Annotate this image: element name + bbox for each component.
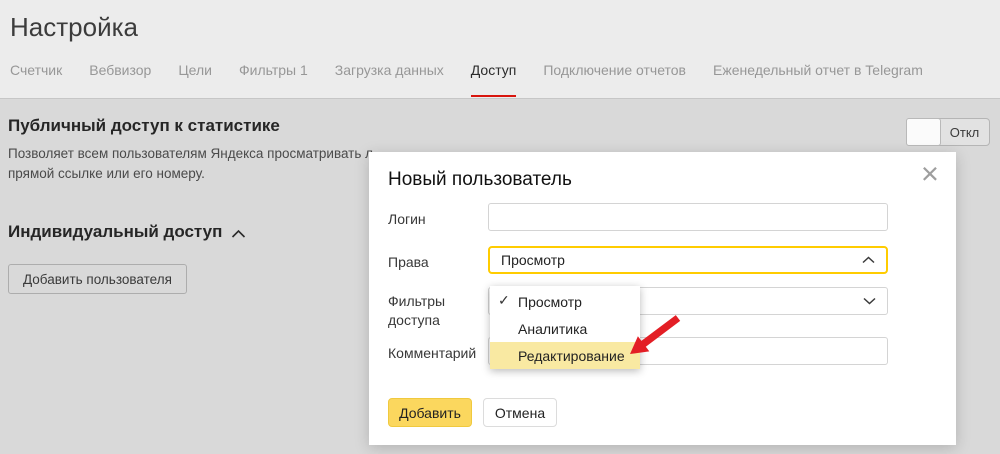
- chevron-up-icon: [862, 256, 875, 264]
- tab-data-upload[interactable]: Загрузка данных: [335, 62, 444, 97]
- rights-select[interactable]: Просмотр: [488, 246, 888, 274]
- login-field-box: [488, 203, 888, 231]
- menu-option-label: Аналитика: [518, 321, 587, 337]
- rights-label: Права: [388, 253, 480, 272]
- tab-filters[interactable]: Фильтры 1: [239, 62, 308, 97]
- chevron-down-icon: [863, 297, 876, 305]
- individual-access-heading-text: Индивидуальный доступ: [8, 222, 222, 242]
- tab-telegram-report[interactable]: Еженедельный отчет в Telegram: [713, 62, 923, 97]
- tab-counter[interactable]: Счетчик: [10, 62, 62, 97]
- toggle-knob[interactable]: [906, 118, 941, 146]
- modal-button-row: Добавить Отмена: [388, 398, 557, 427]
- red-arrow-icon: [620, 312, 682, 365]
- toggle-state-label: Откл: [940, 119, 989, 145]
- menu-option-view[interactable]: ✓ Просмотр: [490, 288, 640, 315]
- check-icon: ✓: [498, 292, 510, 309]
- rights-dropdown-menu: ✓ Просмотр Аналитика Редактирование: [490, 286, 640, 369]
- close-icon[interactable]: ×: [921, 154, 939, 194]
- tab-report-connection[interactable]: Подключение отчетов: [543, 62, 686, 97]
- add-button[interactable]: Добавить: [388, 398, 472, 427]
- tab-access[interactable]: Доступ: [471, 62, 517, 97]
- description-line-2: прямой ссылке или его номеру.: [8, 164, 373, 184]
- modal-title: Новый пользователь: [388, 169, 572, 191]
- new-user-modal: Новый пользователь × Логин Права Просмот…: [369, 152, 956, 445]
- public-access-description: Позволяет всем пользователям Яндекса про…: [8, 144, 373, 184]
- chevron-up-icon[interactable]: [231, 229, 246, 239]
- description-line-1: Позволяет всем пользователям Яндекса про…: [8, 144, 373, 164]
- cancel-button[interactable]: Отмена: [483, 398, 557, 427]
- login-label: Логин: [388, 210, 480, 229]
- tab-webvisor[interactable]: Вебвизор: [89, 62, 151, 97]
- comment-label: Комментарий: [388, 344, 480, 363]
- rights-selected-value: Просмотр: [501, 252, 862, 268]
- tab-goals[interactable]: Цели: [178, 62, 212, 97]
- public-access-heading: Публичный доступ к статистике: [8, 116, 280, 136]
- menu-option-analytics[interactable]: Аналитика: [490, 315, 640, 342]
- page-title: Настройка: [10, 12, 138, 43]
- menu-option-label: Просмотр: [518, 294, 582, 310]
- page-header: Настройка Счетчик Вебвизор Цели Фильтры …: [0, 0, 1000, 99]
- add-user-button[interactable]: Добавить пользователя: [8, 264, 187, 294]
- menu-option-edit[interactable]: Редактирование: [490, 342, 640, 369]
- individual-access-heading: Индивидуальный доступ: [8, 222, 246, 242]
- menu-option-label: Редактирование: [518, 348, 625, 364]
- tab-bar: Счетчик Вебвизор Цели Фильтры 1 Загрузка…: [10, 62, 1000, 97]
- login-input[interactable]: [489, 204, 887, 230]
- public-access-toggle[interactable]: Откл: [906, 118, 990, 146]
- access-filters-label: Фильтры доступа: [388, 292, 480, 330]
